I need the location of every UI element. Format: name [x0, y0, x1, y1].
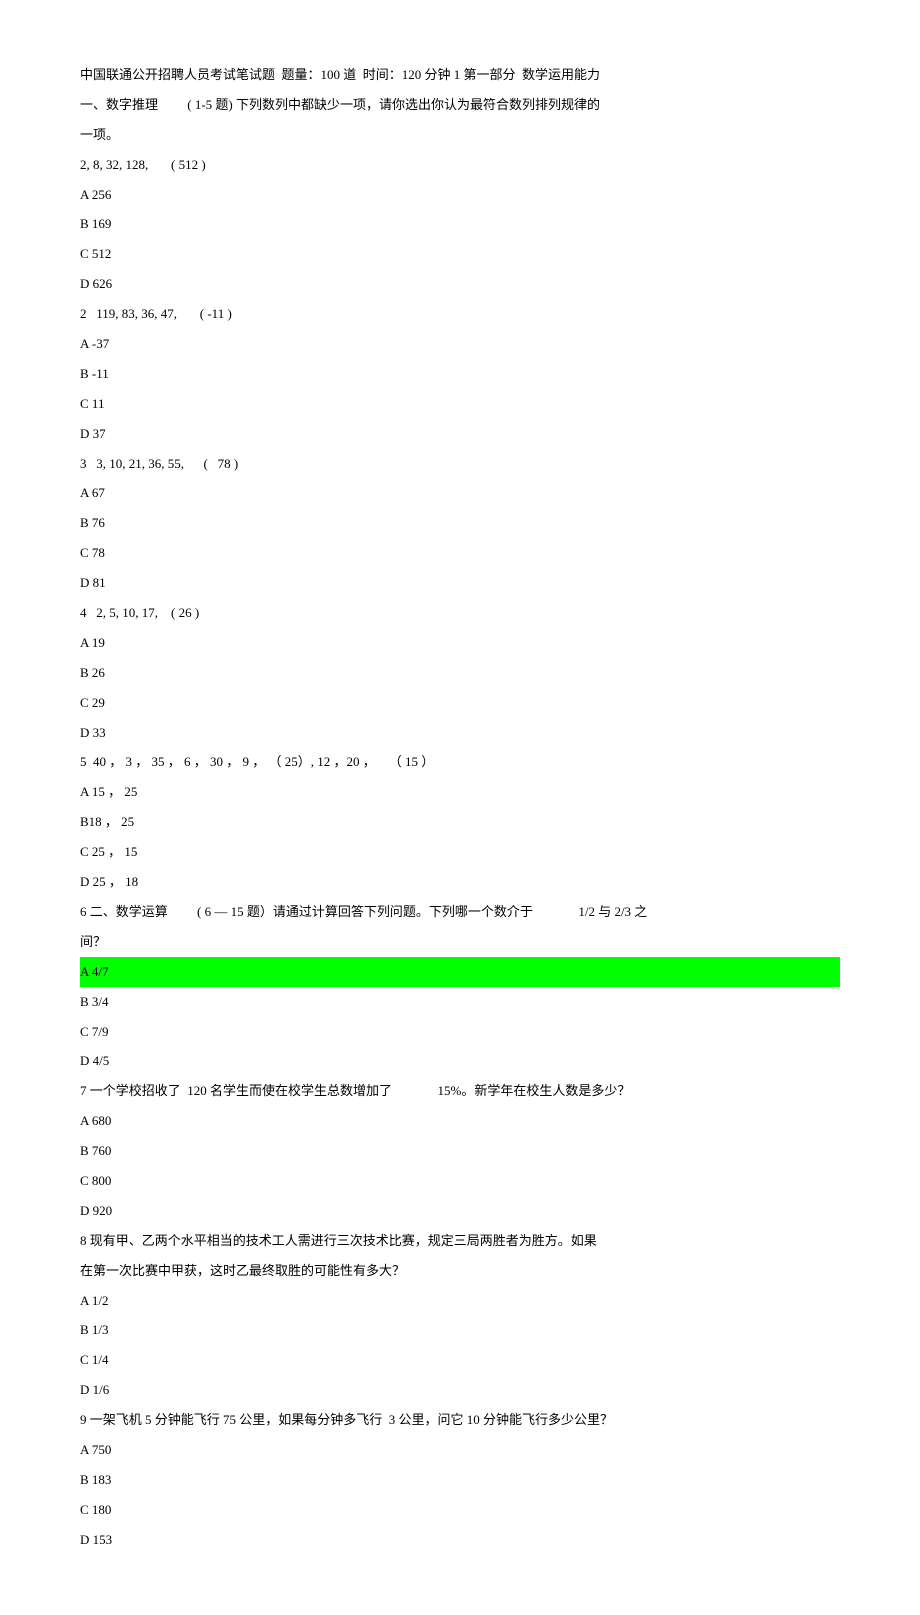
- text-line: B 76: [80, 508, 840, 538]
- text-line: B -11: [80, 359, 840, 389]
- text-line: 2 119, 83, 36, 47, ( -11 ): [80, 299, 840, 329]
- text-line: C 1/4: [80, 1345, 840, 1375]
- text-line: A 15 ， 25: [80, 777, 840, 807]
- text-line: B 26: [80, 658, 840, 688]
- text-line: C 29: [80, 688, 840, 718]
- text-line: D 37: [80, 419, 840, 449]
- text-line: D 33: [80, 718, 840, 748]
- text-line: A 680: [80, 1106, 840, 1136]
- text-line: A 256: [80, 180, 840, 210]
- text-line: C 180: [80, 1495, 840, 1525]
- text-line: 9 一架飞机 5 分钟能飞行 75 公里，如果每分钟多飞行 3 公里，问它 10…: [80, 1405, 840, 1435]
- text-line: D 4/5: [80, 1046, 840, 1076]
- text-line: A 750: [80, 1435, 840, 1465]
- text-line: 间？: [80, 927, 840, 957]
- text-line: D 920: [80, 1196, 840, 1226]
- text-line: D 153: [80, 1525, 840, 1555]
- text-line: A 1/2: [80, 1286, 840, 1316]
- text-line: C 800: [80, 1166, 840, 1196]
- text-line: A 19: [80, 628, 840, 658]
- text-line: C 512: [80, 239, 840, 269]
- text-line: 2, 8, 32, 128, ( 512 ): [80, 150, 840, 180]
- text-line: C 78: [80, 538, 840, 568]
- text-line: D 81: [80, 568, 840, 598]
- text-line: A 67: [80, 478, 840, 508]
- text-line: 在第一次比赛中甲获，这时乙最终取胜的可能性有多大？: [80, 1256, 840, 1286]
- text-line: D 626: [80, 269, 840, 299]
- text-line: A -37: [80, 329, 840, 359]
- text-line: 一项。: [80, 120, 840, 150]
- text-line: B 169: [80, 209, 840, 239]
- text-line: B 3/4: [80, 987, 840, 1017]
- text-line: 中国联通公开招聘人员考试笔试题 题量：100 道 时间：120 分钟 1 第一部…: [80, 60, 840, 90]
- text-line: B18 ， 25: [80, 807, 840, 837]
- text-line: B 1/3: [80, 1315, 840, 1345]
- text-line: 6 二、数学运算 ( 6 — 15 题）请通过计算回答下列问题。下列哪一个数介于…: [80, 897, 840, 927]
- text-line: 8 现有甲、乙两个水平相当的技术工人需进行三次技术比赛，规定三局两胜者为胜方。如…: [80, 1226, 840, 1256]
- text-line: D 25 ， 18: [80, 867, 840, 897]
- text-line: D 1/6: [80, 1375, 840, 1405]
- text-line: A 4/7: [80, 957, 840, 987]
- text-line: B 183: [80, 1465, 840, 1495]
- text-line: C 11: [80, 389, 840, 419]
- text-line: 7 一个学校招收了 120 名学生而使在校学生总数增加了 15%。新学年在校生人…: [80, 1076, 840, 1106]
- text-line: 一、数字推理 ( 1-5 题) 下列数列中都缺少一项，请你选出你认为最符合数列排…: [80, 90, 840, 120]
- text-line: C 25 ， 15: [80, 837, 840, 867]
- text-line: 5 40 ， 3 ， 35 ， 6 ， 30 ， 9 ， （ 25）, 12 ，…: [80, 747, 840, 777]
- text-line: B 760: [80, 1136, 840, 1166]
- text-line: 3 3, 10, 21, 36, 55, ( 78 ): [80, 449, 840, 479]
- text-line: C 7/9: [80, 1017, 840, 1047]
- document-body: 中国联通公开招聘人员考试笔试题 题量：100 道 时间：120 分钟 1 第一部…: [80, 60, 840, 1555]
- text-line: 4 2, 5, 10, 17, ( 26 ): [80, 598, 840, 628]
